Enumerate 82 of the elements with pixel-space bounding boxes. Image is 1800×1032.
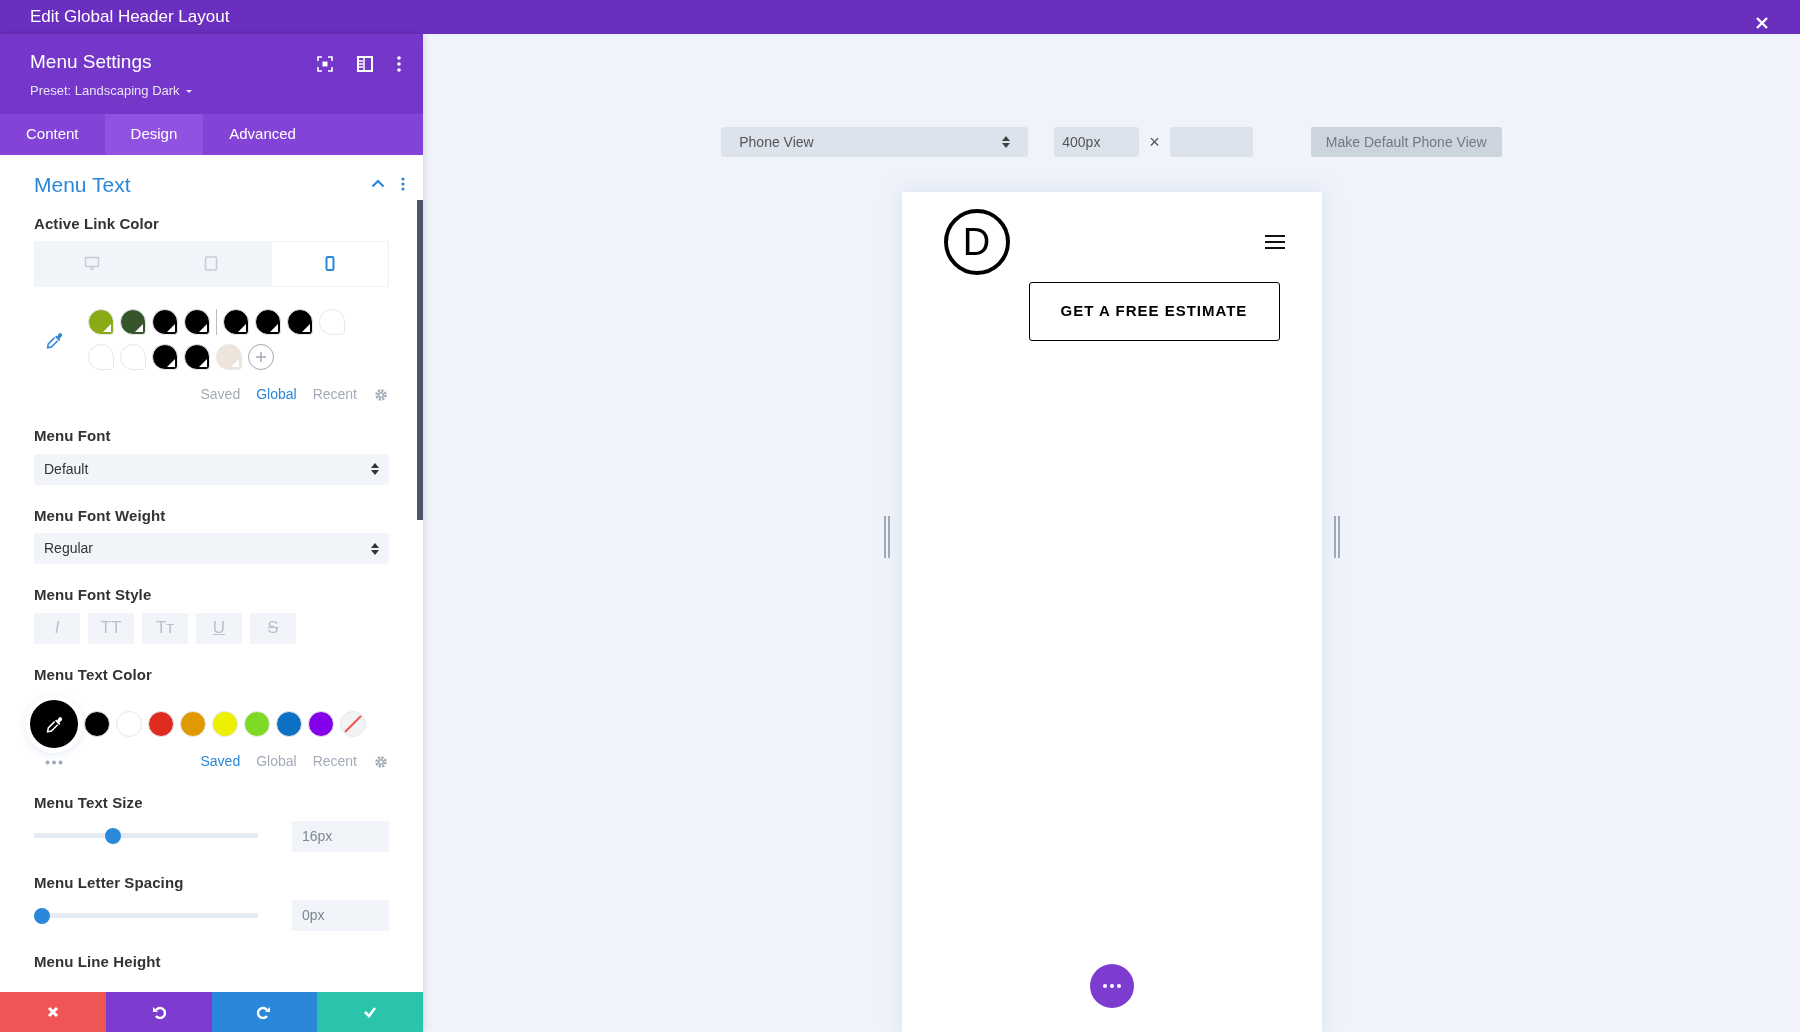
- resize-handle[interactable]: [1333, 516, 1340, 558]
- value-input[interactable]: 0px: [292, 900, 389, 931]
- sort-arrows-icon: [1002, 136, 1011, 148]
- color-swatch[interactable]: [120, 309, 146, 335]
- more-icon[interactable]: [45, 760, 63, 765]
- color-swatch[interactable]: [152, 309, 178, 335]
- scrollbar[interactable]: [417, 200, 423, 520]
- split-view-icon[interactable]: [357, 56, 373, 72]
- slider-thumb[interactable]: [104, 828, 121, 844]
- color-swatch[interactable]: [223, 309, 249, 335]
- close-icon: [45, 1005, 60, 1019]
- width-input[interactable]: 400px: [1054, 127, 1140, 157]
- color-swatch[interactable]: [287, 309, 313, 335]
- chevron-up-icon[interactable]: [371, 179, 385, 189]
- close-icon: [1755, 15, 1769, 30]
- palette-tab[interactable]: Saved: [200, 751, 241, 772]
- color-swatch[interactable]: [84, 711, 110, 737]
- field-label: Menu Text Size: [34, 793, 144, 813]
- color-swatch[interactable]: [116, 711, 142, 737]
- palette-tab[interactable]: Saved: [200, 384, 241, 405]
- panel-title: Menu Settings: [30, 50, 153, 74]
- slider-thumb[interactable]: [34, 907, 50, 924]
- resize-handle[interactable]: [883, 516, 890, 558]
- color-swatch[interactable]: [180, 711, 206, 737]
- color-swatch[interactable]: [308, 711, 334, 737]
- field-label: Active Link Color: [34, 213, 161, 234]
- palette-tab[interactable]: Recent: [312, 751, 357, 772]
- more-icon: [1102, 984, 1121, 988]
- more-button[interactable]: [1089, 964, 1134, 1008]
- color-swatch[interactable]: [319, 309, 345, 335]
- select-field[interactable]: Regular: [34, 533, 389, 564]
- settings-icon[interactable]: [373, 386, 389, 403]
- expand-icon[interactable]: [317, 56, 333, 72]
- color-swatch[interactable]: [184, 344, 210, 370]
- palette-tab[interactable]: Recent: [312, 384, 357, 405]
- color-swatch[interactable]: [244, 711, 270, 737]
- field-label: Menu Font Weight: [34, 505, 167, 526]
- field-label: Menu Font: [34, 426, 112, 446]
- field-label: Menu Text Color: [34, 664, 153, 685]
- color-swatch[interactable]: [212, 711, 238, 737]
- add-color-button[interactable]: [248, 344, 274, 370]
- view-select[interactable]: Phone View: [721, 127, 1029, 157]
- settings-icon[interactable]: [373, 753, 389, 770]
- field-label: Menu Font Style: [34, 585, 153, 605]
- more-options-icon[interactable]: [397, 56, 401, 72]
- color-swatch[interactable]: [216, 344, 242, 370]
- menu-icon[interactable]: [1264, 234, 1285, 250]
- color-swatch[interactable]: [184, 309, 210, 335]
- preset-dropdown[interactable]: Preset: Landscaping Dark: [30, 80, 194, 100]
- color-swatch[interactable]: [255, 309, 281, 335]
- more-options-icon[interactable]: [401, 176, 405, 191]
- cta-button[interactable]: GET A FREE ESTIMATE: [1028, 282, 1280, 341]
- no-color-swatch[interactable]: [340, 711, 366, 737]
- color-swatch[interactable]: [276, 711, 302, 737]
- color-swatch[interactable]: [88, 344, 114, 370]
- desktop-icon: [83, 256, 100, 272]
- sort-arrows-icon: [371, 463, 379, 475]
- eyedropper-icon[interactable]: [44, 331, 64, 350]
- palette-tab[interactable]: Global: [256, 384, 297, 405]
- palette-tab[interactable]: Global: [256, 751, 297, 772]
- value-input[interactable]: 16px: [292, 820, 389, 852]
- field-label: Menu Letter Spacing: [34, 872, 185, 893]
- panel-tab[interactable]: Design: [104, 114, 204, 155]
- color-swatch[interactable]: [120, 344, 146, 370]
- panel-tab[interactable]: Advanced: [203, 114, 322, 155]
- check-icon: [363, 1005, 378, 1019]
- plus-icon: [255, 351, 267, 363]
- select-field[interactable]: Default: [34, 453, 389, 485]
- color-swatch[interactable]: [88, 309, 114, 335]
- logo: D: [943, 209, 1010, 275]
- field-label: Menu Line Height: [34, 952, 162, 972]
- section-title: Menu Text: [34, 172, 131, 198]
- color-swatch[interactable]: [148, 711, 174, 737]
- redo-icon: [257, 1005, 272, 1019]
- eyedropper-icon: [44, 714, 64, 734]
- window-title: Edit Global Header Layout: [30, 6, 230, 29]
- tablet-icon: [202, 256, 219, 272]
- sort-arrows-icon: [371, 542, 379, 555]
- undo-icon: [151, 1005, 166, 1019]
- times-sign: ×: [1149, 130, 1160, 154]
- color-swatch[interactable]: [152, 344, 178, 370]
- panel-tab[interactable]: Content: [0, 114, 105, 155]
